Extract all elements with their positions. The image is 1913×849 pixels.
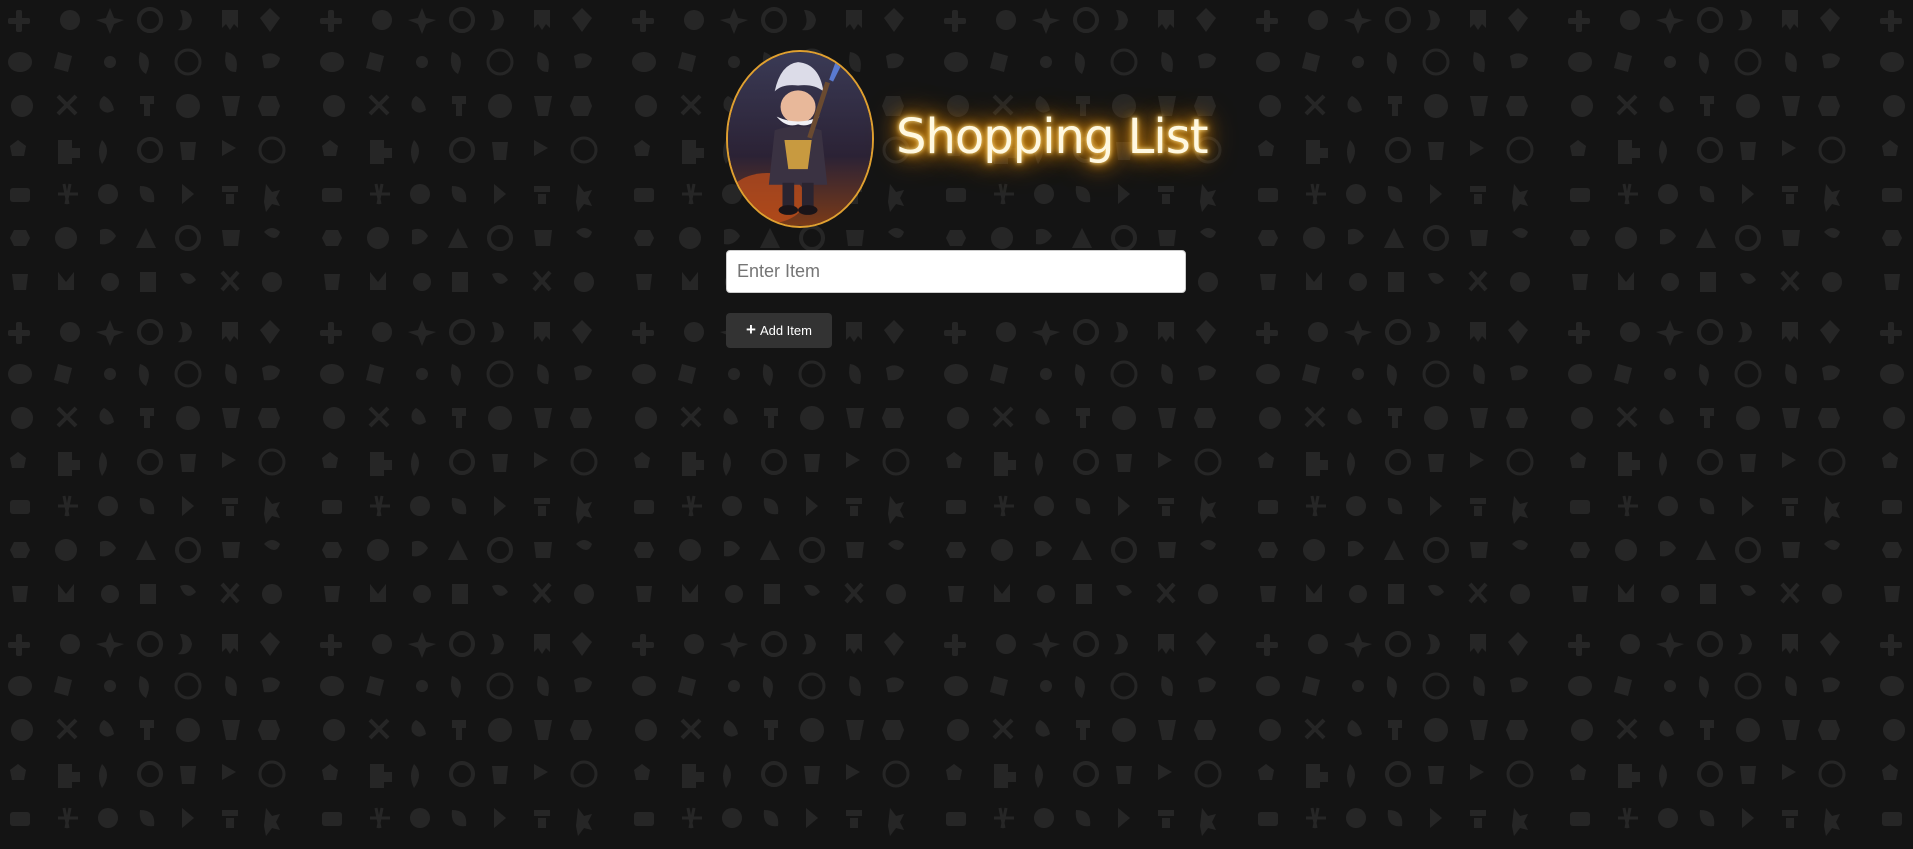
page-title: Shopping List bbox=[896, 109, 1209, 165]
character-portrait-icon bbox=[726, 50, 874, 228]
app-container: Shopping List + Add Item bbox=[726, 48, 1209, 348]
header: Shopping List bbox=[726, 48, 1209, 230]
item-input[interactable] bbox=[726, 250, 1186, 293]
add-item-label: Add Item bbox=[759, 323, 812, 338]
plus-icon: + bbox=[746, 320, 756, 339]
add-item-button[interactable]: + Add Item bbox=[726, 313, 832, 348]
